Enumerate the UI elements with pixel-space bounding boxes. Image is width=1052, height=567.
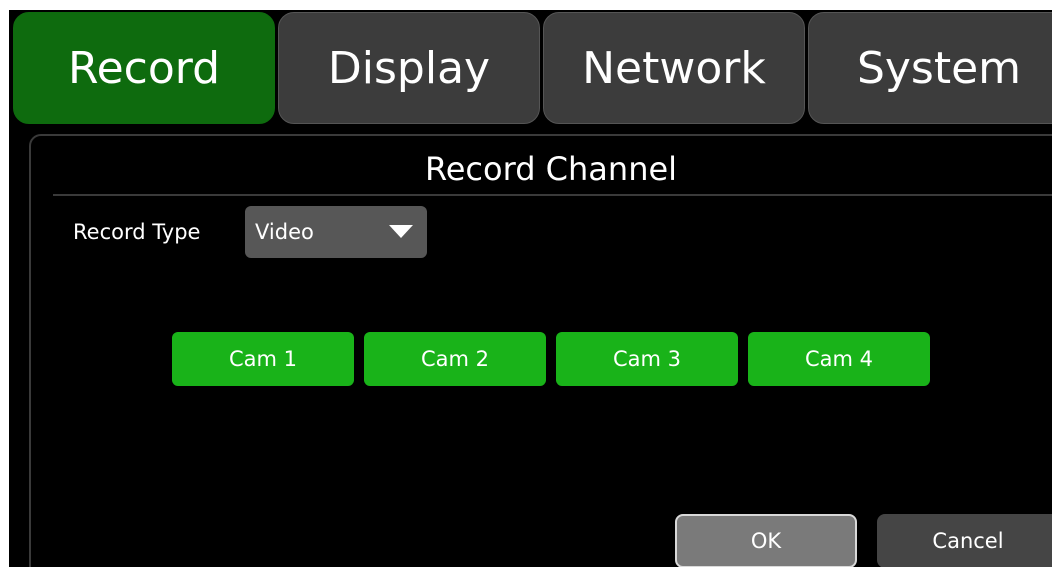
tab-record[interactable]: Record xyxy=(13,12,275,124)
record-type-label: Record Type xyxy=(73,220,201,244)
cam-4-button[interactable]: Cam 4 xyxy=(748,332,930,386)
tab-system[interactable]: System xyxy=(808,12,1052,124)
record-type-select[interactable]: Video xyxy=(245,206,427,258)
panel-title: Record Channel xyxy=(424,150,678,188)
main-tabs: Record Display Network System xyxy=(9,10,1052,126)
title-divider xyxy=(53,194,1052,196)
cam-2-button[interactable]: Cam 2 xyxy=(364,332,546,386)
dvr-screen: Record Display Network System Record Cha… xyxy=(9,10,1052,567)
record-type-value: Video xyxy=(255,220,314,244)
cam-1-button[interactable]: Cam 1 xyxy=(172,332,354,386)
tab-network[interactable]: Network xyxy=(543,12,805,124)
ok-button[interactable]: OK xyxy=(675,514,857,567)
dropdown-arrow-icon xyxy=(389,225,413,238)
cancel-button[interactable]: Cancel xyxy=(877,514,1052,567)
tab-display[interactable]: Display xyxy=(278,12,540,124)
record-channel-panel: Record Channel Record Type Video Cam 1 C… xyxy=(29,134,1052,567)
cam-3-button[interactable]: Cam 3 xyxy=(556,332,738,386)
